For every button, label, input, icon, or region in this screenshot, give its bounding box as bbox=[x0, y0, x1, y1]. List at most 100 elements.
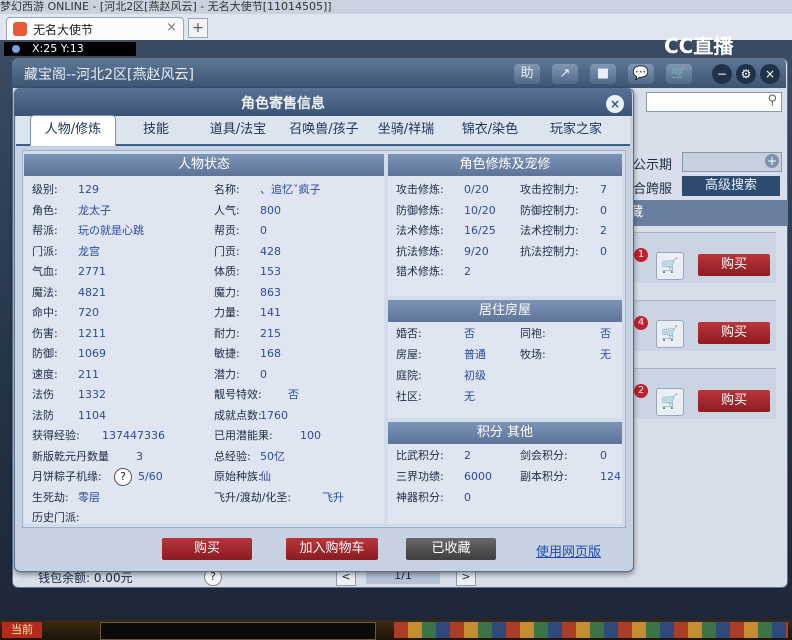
cultivation-label: 法术修炼: bbox=[396, 224, 444, 237]
status-row: 人气: 800 bbox=[212, 201, 384, 221]
tab-skills[interactable]: 技能 bbox=[126, 116, 186, 144]
status-label: 获得经验: bbox=[32, 429, 80, 442]
house-label: 婚否: bbox=[396, 327, 422, 340]
game-shortcut-icons[interactable] bbox=[394, 622, 788, 638]
help-icon[interactable]: ? bbox=[114, 468, 132, 486]
cart-icon[interactable]: 🛒 bbox=[656, 388, 684, 416]
status-label: 历史门派: bbox=[32, 511, 80, 524]
cart-button[interactable]: 🛒 bbox=[666, 64, 692, 84]
status-value: 否 bbox=[288, 388, 299, 401]
points-section-title: 积分 其他 bbox=[388, 422, 622, 444]
status-label: 靓号特效: bbox=[214, 388, 262, 401]
status-label: 潜力: bbox=[214, 367, 240, 381]
status-row: 魔力: 863 bbox=[212, 283, 384, 303]
points-value: 0 bbox=[464, 491, 471, 504]
os-title-bar: 梦幻西游 ONLINE - [河北2区[燕赵风云] - 无名大使节[110145… bbox=[0, 0, 792, 14]
tab-mounts[interactable]: 坐骑/祥瑞 bbox=[372, 116, 440, 144]
cart-icon[interactable]: 🛒 bbox=[656, 320, 684, 348]
cultivation-value: 2 bbox=[464, 265, 471, 278]
count-badge: 1 bbox=[634, 248, 648, 262]
status-label: 气血: bbox=[32, 265, 58, 278]
status-label: 魔法: bbox=[32, 285, 58, 299]
status-label: 角色: bbox=[32, 203, 58, 217]
tab-items[interactable]: 道具/法宝 bbox=[202, 116, 274, 144]
status-value: 141 bbox=[260, 306, 281, 319]
tab-costumes[interactable]: 锦衣/染色 bbox=[454, 116, 526, 144]
advanced-search-button[interactable]: 高级搜索 bbox=[682, 176, 780, 196]
map-dot-icon bbox=[12, 45, 20, 53]
status-value: 飞升 bbox=[322, 490, 344, 504]
announce-label: 公示期 bbox=[633, 158, 673, 173]
house-label: 房屋: bbox=[396, 348, 422, 361]
points-label: 神器积分: bbox=[396, 491, 444, 504]
close-icon[interactable]: × bbox=[606, 95, 624, 113]
status-value: 玩の就是心跳 bbox=[78, 224, 144, 237]
status-row: 角色: 龙太子 bbox=[24, 201, 212, 221]
chat-input[interactable] bbox=[100, 622, 376, 640]
points-label: 副本积分: bbox=[520, 470, 568, 483]
plus-icon[interactable]: + bbox=[765, 154, 779, 168]
cultivation-row: 攻击修炼: 0/20 攻击控制力: 7 bbox=[388, 180, 622, 200]
cultivation-label: 攻击控制力: bbox=[520, 183, 579, 196]
cultivation-value: 7 bbox=[600, 183, 607, 196]
channel-current-button[interactable]: 当前 bbox=[2, 622, 42, 638]
search-input[interactable]: ⚲ bbox=[646, 92, 782, 112]
cultivation-label: 抗法修炼: bbox=[396, 244, 444, 258]
tab-home[interactable]: 玩家之家 bbox=[540, 116, 612, 144]
status-value: 153 bbox=[260, 265, 281, 278]
web-version-link[interactable]: 使用网页版 bbox=[536, 541, 601, 560]
status-value: 100 bbox=[300, 429, 321, 442]
house-section-title: 居住房屋 bbox=[388, 300, 622, 322]
status-row: 速度: 211 bbox=[24, 365, 212, 385]
buy-button[interactable]: 购买 bbox=[162, 538, 252, 560]
modal-title: 角色寄售信息 bbox=[241, 96, 325, 112]
search-icon[interactable]: ⚲ bbox=[767, 93, 777, 108]
minimize-icon[interactable]: − bbox=[712, 64, 732, 84]
status-value: 零层 bbox=[78, 490, 100, 504]
cart-icon[interactable]: 🛒 bbox=[656, 252, 684, 280]
status-value: 4821 bbox=[78, 285, 106, 299]
status-row: 防御: 1069 bbox=[24, 344, 212, 364]
status-label: 名称: bbox=[214, 183, 240, 196]
tab-character[interactable]: 人物/修炼 bbox=[30, 115, 116, 146]
status-value: 0 bbox=[260, 224, 267, 237]
share-button[interactable]: ↗ bbox=[552, 64, 578, 84]
buy-button[interactable]: 购买 bbox=[698, 390, 770, 412]
buy-button[interactable]: 购买 bbox=[698, 254, 770, 276]
settings-gear-icon[interactable]: ⚙ bbox=[736, 64, 756, 84]
cultivation-label: 抗法控制力: bbox=[520, 244, 579, 258]
house-label: 庭院: bbox=[396, 369, 422, 382]
buy-button[interactable]: 购买 bbox=[698, 322, 770, 344]
announce-select[interactable]: + bbox=[682, 152, 782, 172]
status-value: 720 bbox=[78, 306, 99, 319]
stop-button[interactable]: ■ bbox=[590, 64, 616, 84]
help-button[interactable]: 助 bbox=[514, 64, 540, 84]
status-row: 耐力: 215 bbox=[212, 324, 384, 344]
points-label: 三界功绩: bbox=[396, 470, 444, 483]
status-value: 0 bbox=[260, 367, 267, 381]
house-row: 社区: 无 bbox=[388, 387, 622, 407]
cultivation-value: 16/25 bbox=[464, 224, 496, 237]
new-tab-button[interactable]: + bbox=[188, 18, 208, 38]
status-label: 已用潜能果: bbox=[214, 429, 273, 442]
message-button[interactable]: 💬 bbox=[628, 64, 654, 84]
status-label: 伤害: bbox=[32, 326, 58, 340]
status-row: 门派: 龙宫 bbox=[24, 242, 212, 262]
favorited-button[interactable]: 已收藏 bbox=[406, 538, 496, 560]
status-value: 龙太子 bbox=[78, 203, 111, 217]
status-label: 总经验: bbox=[214, 449, 251, 463]
status-label: 帮派: bbox=[32, 224, 58, 237]
cultivation-value: 0/20 bbox=[464, 183, 489, 196]
add-to-cart-button[interactable]: 加入购物车 bbox=[286, 538, 378, 560]
status-row: 法防 1104 bbox=[24, 406, 212, 426]
status-label: 体质: bbox=[214, 265, 240, 278]
modal-tabs: 人物/修炼 技能 道具/法宝 召唤兽/孩子 坐骑/祥瑞 锦衣/染色 玩家之家 bbox=[16, 115, 630, 146]
tab-pets[interactable]: 召唤兽/孩子 bbox=[282, 116, 366, 144]
close-tab-icon[interactable]: × bbox=[166, 20, 177, 35]
treasure-panel-title: 藏宝阁--河北2区[燕赵风云] bbox=[24, 67, 194, 83]
close-panel-icon[interactable]: × bbox=[760, 64, 780, 84]
house-label: 同袍: bbox=[520, 327, 546, 340]
house-label: 社区: bbox=[396, 390, 422, 403]
browser-tab[interactable]: 无名大使节 × bbox=[6, 17, 184, 40]
status-row: 原始种族: 仙 bbox=[212, 467, 384, 487]
